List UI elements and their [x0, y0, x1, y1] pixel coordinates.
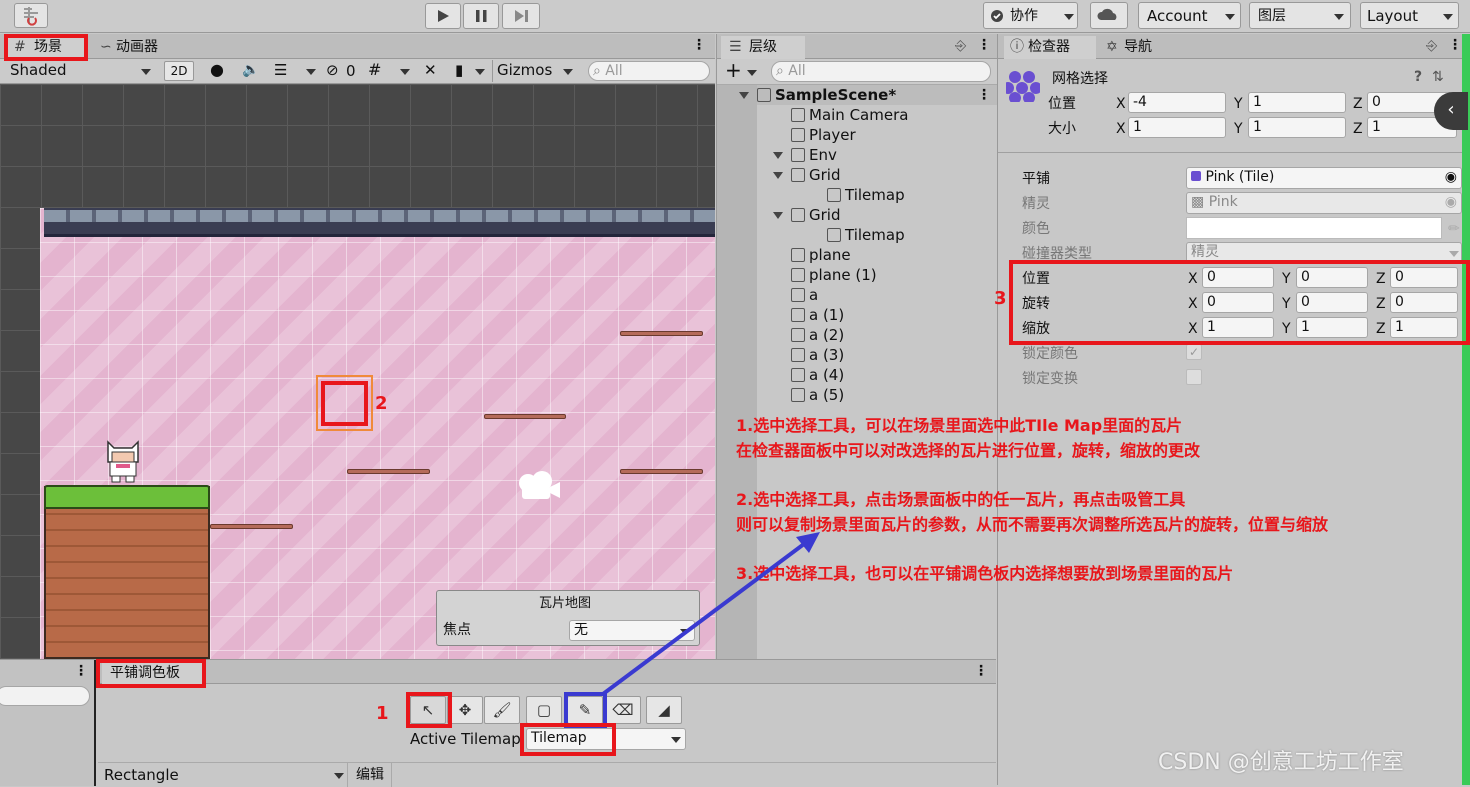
- annotation-arrow: [601, 532, 820, 696]
- watermark: CSDN @创意工坊工作室: [1158, 750, 1404, 775]
